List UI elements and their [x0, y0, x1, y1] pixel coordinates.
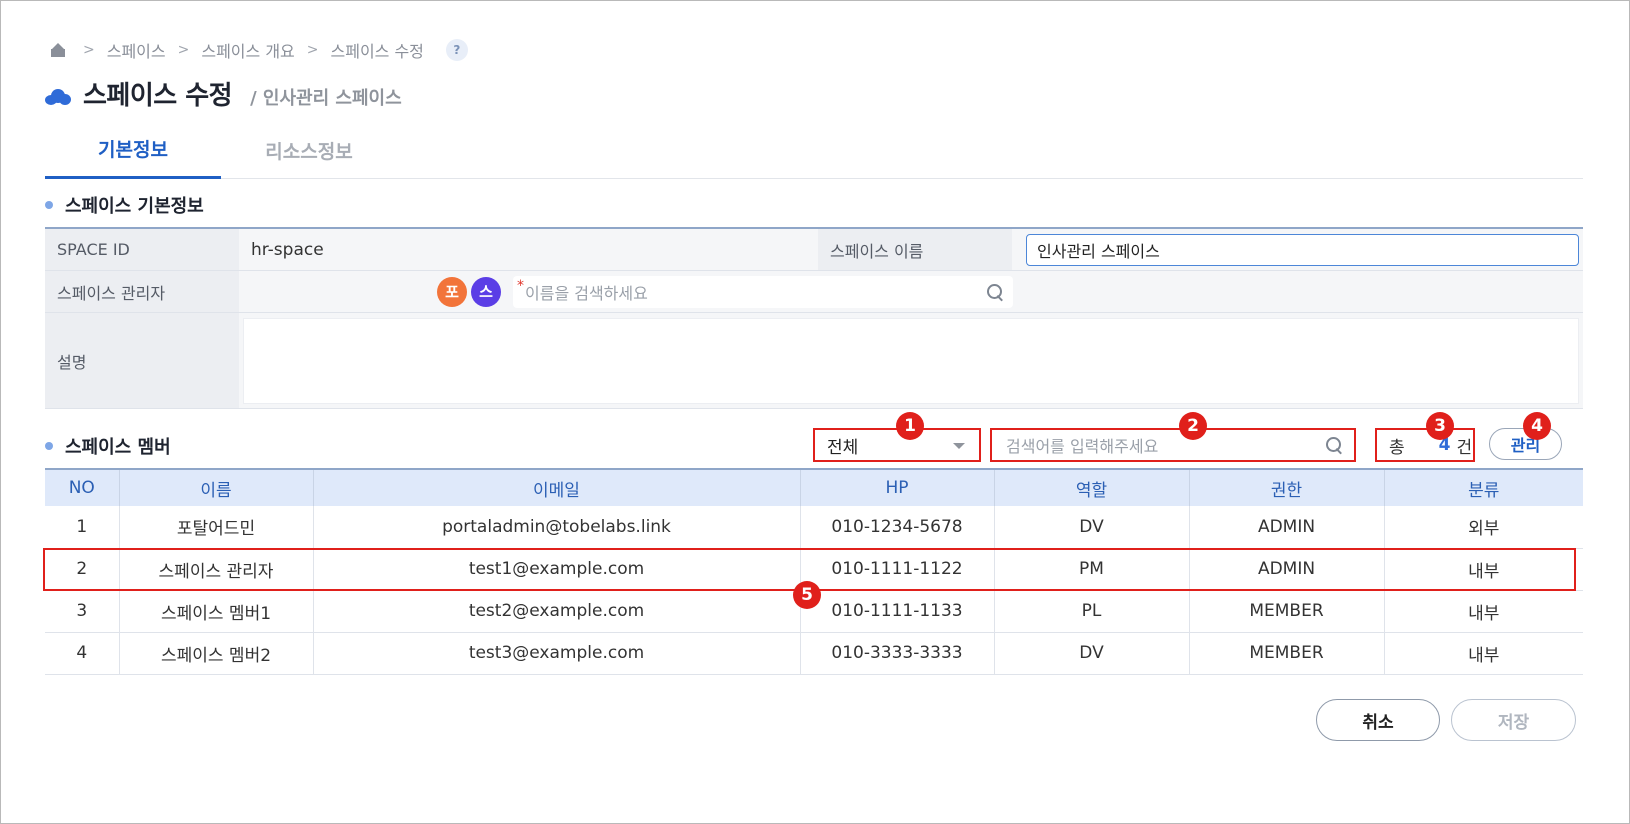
table-cell: 내부	[1384, 632, 1583, 675]
breadcrumb-item-overview[interactable]: 스페이스 개요	[201, 38, 294, 62]
annotation-marker-2: 2	[1179, 412, 1207, 440]
column-header-no[interactable]: NO	[45, 468, 120, 506]
help-icon[interactable]: ?	[445, 39, 468, 61]
table-cell: 스페이스 관리자	[119, 548, 314, 591]
description-label: 설명	[45, 313, 239, 408]
column-header-role[interactable]: 역할	[994, 468, 1190, 506]
section-title-text: 스페이스 기본정보	[65, 196, 204, 217]
table-cell: 내부	[1384, 590, 1583, 633]
page-subtitle: / 인사관리 스페이스	[250, 88, 402, 109]
column-header-hp[interactable]: HP	[800, 468, 995, 506]
total-prefix: 총	[1389, 437, 1405, 458]
annotation-marker-4: 4	[1523, 412, 1551, 440]
cloud-icon	[45, 89, 71, 105]
save-button[interactable]: 저장	[1451, 699, 1576, 741]
table-cell: test1@example.com	[313, 548, 801, 591]
members-table: NO 이름 이메일 HP 역할 권한 분류 1 포탈어드민 portaladmi…	[45, 468, 1583, 675]
table-cell: MEMBER	[1189, 632, 1385, 675]
tab-basic-info[interactable]: 기본정보	[45, 121, 221, 179]
space-name-input[interactable]: 인사관리 스페이스	[1026, 233, 1579, 266]
table-cell: 010-1234-5678	[800, 506, 995, 549]
tab-bar: 기본정보 리소스정보	[45, 121, 1583, 179]
table-cell: MEMBER	[1189, 590, 1385, 633]
manager-search-input[interactable]: * 이름을 검색하세요	[513, 275, 1013, 308]
chevron-right-icon: >	[177, 42, 190, 58]
tab-resource-info[interactable]: 리소스정보	[221, 121, 397, 179]
basic-info-table: SPACE ID hr-space 스페이스 이름 인사관리 스페이스 스페이스…	[45, 227, 1583, 409]
avatar[interactable]: 포	[437, 276, 467, 307]
table-cell: DV	[994, 506, 1190, 549]
table-cell: test2@example.com	[313, 590, 801, 633]
member-search-input[interactable]: 검색어를 입력해주세요	[990, 428, 1356, 462]
chevron-right-icon: >	[306, 42, 319, 58]
annotation-marker-5: 5	[793, 581, 821, 609]
total-count-box: 총 4 건	[1375, 428, 1475, 462]
table-cell: 1	[45, 506, 120, 549]
table-cell: PM	[994, 548, 1190, 591]
total-suffix: 건	[1456, 437, 1473, 458]
chevron-right-icon: >	[83, 42, 95, 58]
table-cell: ADMIN	[1189, 548, 1385, 591]
window-frame: > 스페이스 > 스페이스 개요 > 스페이스 수정 ? 스페이스 수정 / 인…	[0, 0, 1630, 824]
table-row[interactable]: 4 스페이스 멤버2 test3@example.com 010-3333-33…	[45, 632, 1583, 675]
avatar[interactable]: 스	[471, 276, 501, 307]
table-header-row: NO 이름 이메일 HP 역할 권한 분류	[45, 468, 1583, 506]
table-cell: DV	[994, 632, 1190, 675]
cancel-button[interactable]: 취소	[1316, 699, 1440, 741]
table-cell: portaladmin@tobelabs.link	[313, 506, 801, 549]
table-cell: 스페이스 멤버1	[119, 590, 314, 633]
search-icon[interactable]	[1326, 437, 1342, 453]
home-icon[interactable]	[51, 43, 65, 57]
column-header-email[interactable]: 이메일	[313, 468, 801, 506]
table-cell: 010-1111-1122	[800, 548, 995, 591]
section-title-basic-info: 스페이스 기본정보	[45, 192, 204, 218]
page-header: 스페이스 수정 / 인사관리 스페이스	[45, 75, 402, 112]
column-header-category[interactable]: 분류	[1384, 468, 1583, 506]
info-row-space: SPACE ID hr-space 스페이스 이름 인사관리 스페이스	[45, 229, 1583, 271]
required-mark: *	[517, 277, 524, 294]
table-cell: 3	[45, 590, 120, 633]
description-cell	[239, 313, 1583, 408]
bullet-icon	[45, 201, 53, 209]
search-icon[interactable]	[987, 283, 1003, 300]
table-cell: 010-1111-1133	[800, 590, 995, 633]
space-id-value: hr-space	[239, 229, 818, 270]
breadcrumb-item-space[interactable]: 스페이스	[107, 38, 166, 62]
table-cell: ADMIN	[1189, 506, 1385, 549]
chevron-down-icon	[953, 443, 965, 449]
description-textarea[interactable]	[243, 317, 1579, 404]
manager-label: 스페이스 관리자	[45, 271, 239, 312]
annotation-marker-1: 1	[896, 412, 924, 440]
info-row-manager: 스페이스 관리자 포 스 * 이름을 검색하세요	[45, 271, 1583, 313]
manager-cell: 포 스 * 이름을 검색하세요	[239, 271, 1583, 312]
info-row-description: 설명	[45, 313, 1583, 409]
column-header-permission[interactable]: 권한	[1189, 468, 1385, 506]
space-name-label: 스페이스 이름	[818, 229, 1012, 270]
breadcrumb: > 스페이스 > 스페이스 개요 > 스페이스 수정 ?	[51, 39, 468, 61]
table-cell: 4	[45, 632, 120, 675]
section-title-text: 스페이스 멤버	[65, 437, 171, 458]
section-title-members: 스페이스 멤버	[45, 433, 171, 459]
column-header-name[interactable]: 이름	[119, 468, 314, 506]
table-cell: test3@example.com	[313, 632, 801, 675]
table-cell: PL	[994, 590, 1190, 633]
table-cell: 포탈어드민	[119, 506, 314, 549]
manager-search-placeholder: 이름을 검색하세요	[525, 283, 648, 303]
breadcrumb-item-edit: 스페이스 수정	[330, 42, 424, 61]
bullet-icon	[45, 442, 53, 450]
space-id-label: SPACE ID	[45, 229, 239, 270]
space-name-cell: 인사관리 스페이스	[1012, 229, 1583, 270]
filter-selected-value: 전체	[827, 437, 859, 458]
table-row[interactable]: 1 포탈어드민 portaladmin@tobelabs.link 010-12…	[45, 506, 1583, 549]
table-cell: 외부	[1384, 506, 1583, 549]
table-cell: 스페이스 멤버2	[119, 632, 314, 675]
table-cell: 내부	[1384, 548, 1583, 591]
page-title: 스페이스 수정	[83, 81, 233, 111]
table-cell: 010-3333-3333	[800, 632, 995, 675]
table-cell: 2	[45, 548, 120, 591]
member-search-placeholder: 검색어를 입력해주세요	[1006, 437, 1159, 456]
annotation-marker-3: 3	[1426, 412, 1454, 440]
